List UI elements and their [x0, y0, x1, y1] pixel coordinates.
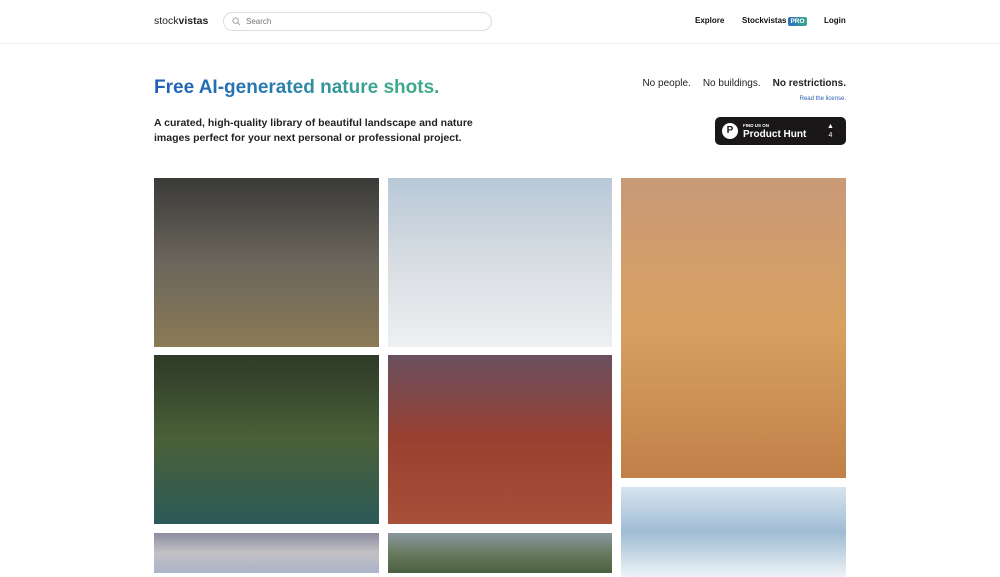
green-hills-image[interactable]	[388, 533, 612, 573]
logo[interactable]: stockvistas	[154, 15, 208, 27]
upvote-arrow-icon: ▲	[827, 123, 834, 130]
license-link[interactable]: Read the license.	[800, 96, 846, 102]
nav-stockvistas-pro[interactable]: Stockvistas PRO	[742, 16, 807, 26]
top-navbar: stockvistas Explore StockvistasPRO Login	[0, 0, 1000, 44]
ice-cave-image[interactable]	[621, 487, 846, 577]
salt-flat-mountains-image[interactable]	[388, 178, 612, 347]
nav-login[interactable]: Login	[824, 16, 846, 25]
logo-text-bold: vistas	[178, 15, 209, 27]
search-box[interactable]	[223, 12, 492, 31]
page-title: Free AI-generated nature shots.	[154, 77, 440, 98]
product-hunt-badge[interactable]: P FIND US ON Product Hunt ▲ 4	[715, 117, 846, 145]
red-desert-rock-image[interactable]	[388, 355, 612, 524]
pro-label: Stockvistas	[742, 16, 787, 25]
pro-badge: PRO	[788, 17, 807, 26]
tag-no-restrictions: No restrictions.	[772, 78, 846, 89]
product-hunt-find-label: FIND US ON	[743, 123, 770, 128]
search-icon	[232, 17, 241, 26]
product-hunt-logo-icon: P	[722, 123, 738, 139]
page-subtitle: A curated, high-quality library of beaut…	[154, 117, 473, 144]
logo-text: stock	[154, 15, 179, 27]
product-hunt-name: Product Hunt	[743, 129, 807, 140]
upvote-count: ▲ 4	[827, 122, 834, 140]
coastal-sea-stacks-image[interactable]	[621, 178, 846, 478]
nav-explore[interactable]: Explore	[695, 16, 724, 25]
search-input[interactable]	[246, 17, 476, 26]
savanna-acacia-trees-image[interactable]	[154, 178, 379, 347]
cloudy-sky-image[interactable]	[154, 533, 379, 573]
upvote-number: 4	[828, 132, 833, 139]
feature-tags: No people. No buildings. No restrictions…	[642, 78, 846, 89]
tag-no-buildings: No buildings.	[702, 78, 761, 89]
jungle-cave-waterfall-image[interactable]	[154, 355, 379, 524]
tag-no-people: No people.	[642, 78, 691, 89]
